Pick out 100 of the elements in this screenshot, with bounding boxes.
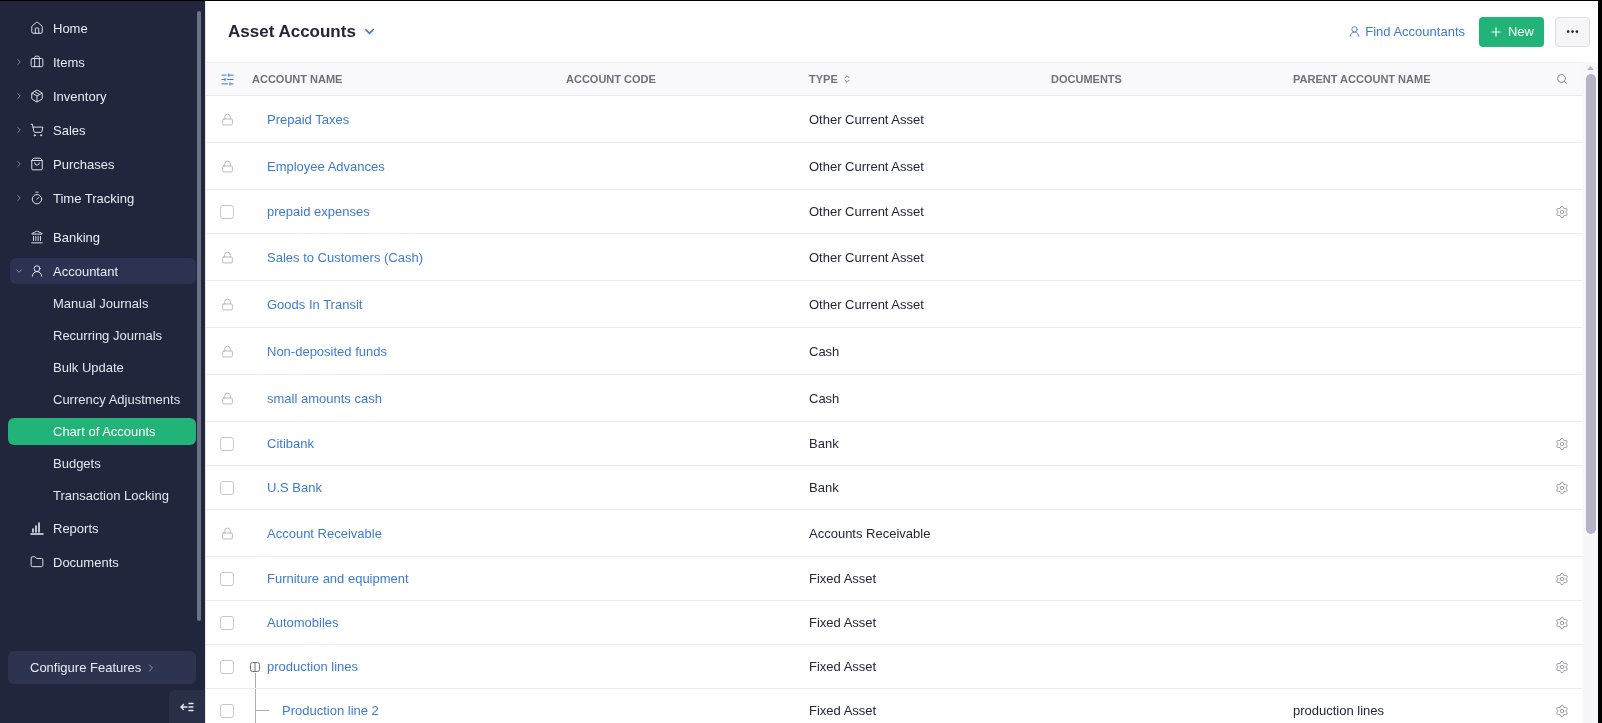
- row-checkbox[interactable]: [220, 615, 234, 630]
- account-name-link[interactable]: small amounts cash: [267, 390, 382, 406]
- configure-features-button[interactable]: Configure Features: [8, 651, 196, 684]
- row-checkbox[interactable]: [220, 659, 234, 674]
- box-icon: [30, 89, 44, 103]
- folder-icon: [30, 555, 44, 569]
- account-name-link[interactable]: Production line 2: [282, 703, 379, 718]
- find-accountants-link[interactable]: Find Accountants: [1348, 24, 1465, 39]
- account-type-cell-text: Accounts Receivable: [808, 525, 932, 541]
- account-name-link[interactable]: prepaid expenses: [267, 204, 370, 219]
- sort-icon[interactable]: [841, 74, 852, 84]
- lock-icon: [220, 526, 234, 540]
- stopwatch-icon: [30, 191, 44, 205]
- row-checkbox[interactable]: [220, 703, 234, 718]
- parent-account-cell-text: production lines: [1292, 703, 1386, 718]
- chevron-icon[interactable]: [14, 266, 24, 276]
- chevron-icon[interactable]: [14, 125, 24, 135]
- account-type-cell-text: Fixed Asset: [808, 615, 878, 630]
- nav-item[interactable]: Banking: [10, 224, 196, 250]
- column-header: ACCOUNT NAME: [252, 73, 343, 85]
- row-checkbox[interactable]: [220, 204, 234, 219]
- settings-icon[interactable]: [1555, 204, 1569, 219]
- account-name-link[interactable]: Automobiles: [267, 615, 339, 630]
- nav-item[interactable]: Documents: [10, 549, 196, 575]
- account-name-link[interactable]: Citibank: [267, 436, 314, 451]
- lock-icon: [220, 297, 234, 311]
- account-name-link[interactable]: production lines: [267, 659, 359, 674]
- lock-icon: [220, 344, 234, 358]
- account-type-cell-text: Other Current Asset: [808, 204, 925, 219]
- account-name-link[interactable]: Non-deposited funds: [267, 343, 387, 359]
- settings-icon[interactable]: [1555, 659, 1569, 674]
- column-header: ACCOUNT CODE: [566, 73, 656, 85]
- chevron-icon[interactable]: [14, 91, 24, 101]
- lock-icon: [220, 112, 234, 126]
- settings-icon[interactable]: [1555, 615, 1569, 630]
- briefcase-icon: [30, 55, 44, 69]
- chevron-icon[interactable]: [14, 159, 24, 169]
- account-name-link[interactable]: Prepaid Taxes: [267, 111, 350, 127]
- account-type-cell-text: Other Current Asset: [808, 249, 925, 265]
- user-icon: [30, 264, 44, 278]
- account-type-cell-text: Fixed Asset: [808, 703, 878, 718]
- account-name-link[interactable]: Employee Advances: [267, 158, 385, 174]
- account-type-cell-text: Fixed Asset: [808, 571, 878, 586]
- row-checkbox[interactable]: [220, 571, 234, 586]
- lock-icon: [220, 159, 234, 173]
- settings-icon[interactable]: [1555, 571, 1569, 586]
- nav-subitem[interactable]: Bulk Update: [8, 354, 196, 381]
- account-type-cell-text: Other Current Asset: [808, 111, 925, 127]
- nav-item[interactable]: Time Tracking: [10, 185, 196, 211]
- lock-icon: [220, 391, 234, 405]
- scrollbar-thumb[interactable]: [197, 11, 201, 621]
- column-header: DOCUMENTS: [1051, 73, 1122, 85]
- account-name-link[interactable]: Furniture and equipment: [267, 571, 409, 586]
- chevron-icon[interactable]: [14, 57, 24, 67]
- nav-subitem[interactable]: Currency Adjustments: [8, 386, 196, 413]
- account-type-cell-text: Bank: [808, 436, 840, 451]
- scroll-up-icon[interactable]: [1587, 66, 1594, 70]
- settings-icon[interactable]: [1555, 436, 1569, 451]
- collapse-sidebar-button[interactable]: [169, 690, 205, 723]
- account-type-cell-text: Fixed Asset: [808, 659, 878, 674]
- bank-icon: [30, 230, 44, 244]
- nav-item[interactable]: Sales: [10, 117, 196, 143]
- plus-icon: [1489, 24, 1503, 39]
- nav-item[interactable]: Items: [10, 49, 196, 75]
- account-type-cell-text: Other Current Asset: [808, 158, 925, 174]
- column-header: PARENT ACCOUNT NAME: [1293, 73, 1431, 85]
- settings-icon[interactable]: [1555, 703, 1569, 718]
- cart-icon: [30, 123, 44, 137]
- chevron-icon[interactable]: [14, 193, 24, 203]
- nav-item[interactable]: Reports: [10, 515, 196, 541]
- column-header: TYPE: [809, 73, 838, 85]
- scrollbar-thumb[interactable]: [1585, 74, 1596, 534]
- nav-subitem[interactable]: Manual Journals: [8, 290, 196, 317]
- nav-item[interactable]: Home: [10, 15, 196, 41]
- account-type-cell-text: Bank: [808, 480, 840, 495]
- nav-subitem[interactable]: Budgets: [8, 450, 196, 477]
- nav-item[interactable]: Purchases: [10, 151, 196, 177]
- account-name-link[interactable]: Sales to Customers (Cash): [267, 249, 424, 265]
- search-icon[interactable]: [1556, 73, 1568, 85]
- settings-icon[interactable]: [1555, 480, 1569, 495]
- nav-subitem[interactable]: Transaction Locking: [8, 482, 196, 509]
- nav-item[interactable]: Inventory: [10, 83, 196, 109]
- bag-icon: [30, 157, 44, 171]
- view-dropdown[interactable]: Asset Accounts: [228, 21, 377, 42]
- account-name-link[interactable]: U.S Bank: [267, 480, 322, 495]
- account-name-link[interactable]: Goods In Transit: [267, 296, 363, 312]
- tree-toggle-icon[interactable]: [250, 661, 260, 672]
- row-checkbox[interactable]: [220, 436, 234, 451]
- row-checkbox[interactable]: [220, 480, 234, 495]
- more-options-button[interactable]: [1555, 16, 1590, 47]
- nav-item[interactable]: Accountant: [10, 258, 196, 284]
- collapse-icon: [180, 701, 194, 712]
- account-type-cell-text: Other Current Asset: [808, 296, 925, 312]
- account-name-link[interactable]: Account Receivable: [267, 525, 382, 541]
- sliders-icon[interactable]: [219, 71, 235, 87]
- account-type-cell-text: Cash: [808, 390, 841, 406]
- nav-subitem[interactable]: Recurring Journals: [8, 322, 196, 349]
- house-icon: [30, 21, 44, 35]
- user-icon: [1348, 25, 1362, 38]
- bar-chart-icon: [30, 521, 44, 535]
